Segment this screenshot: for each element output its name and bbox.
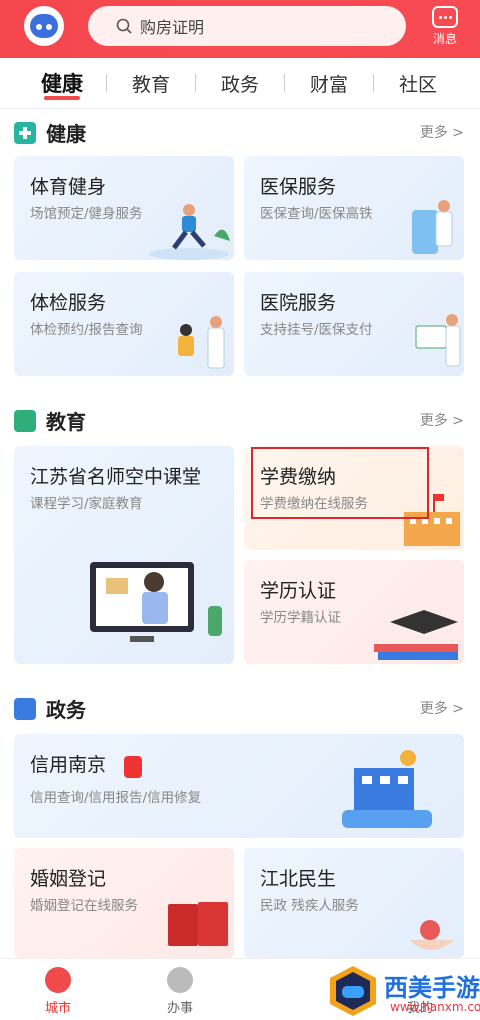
card-title: 婚姻登记 (30, 868, 107, 890)
tab-gov[interactable]: 政务 (196, 70, 284, 97)
card-insurance[interactable]: 医保服务 医保查询/医保高铁 (244, 156, 464, 260)
watermark-logo: 西美手游网 www.hanxm.com (266, 964, 480, 1018)
doctor-illustration (412, 200, 453, 254)
card-subtitle: 医保查询/医保高铁 (260, 206, 373, 222)
card-sports[interactable]: 体育健身 场馆预定/健身服务 (14, 156, 234, 260)
marriage-certificate-illustration (168, 902, 228, 946)
card-title: 信用南京 (30, 754, 107, 776)
search-input[interactable]: 购房证明 (88, 6, 406, 46)
watermark-url: www.hanxm.com (390, 1000, 480, 1014)
section-title-health: 健康 (14, 118, 86, 147)
card-degree[interactable]: 学历认证 学历学籍认证 (244, 560, 464, 664)
card-marriage[interactable]: 婚姻登记 婚姻登记在线服务 (14, 848, 234, 958)
avatar[interactable] (24, 6, 64, 46)
category-tabs: 健康 教育 政务 财富 社区 (0, 58, 480, 108)
tab-community[interactable]: 社区 (374, 70, 462, 97)
card-subtitle: 信用查询/信用报告/信用修复 (30, 790, 202, 806)
tab-health[interactable]: 健康 (18, 68, 106, 100)
gamepad-icon (330, 966, 376, 1016)
watermark-text: 西美手游网 (384, 974, 480, 1002)
card-online-class[interactable]: 江苏省名师空中课堂 课程学习/家庭教育 (14, 446, 234, 664)
card-credit-nanjing[interactable]: 信用南京 信用查询/信用报告/信用修复 (14, 734, 464, 838)
card-subtitle: 支持挂号/医保支付 (260, 322, 373, 338)
tab-wealth[interactable]: 财富 (285, 70, 373, 97)
search-icon (116, 18, 132, 34)
heart-hands-illustration (410, 920, 454, 950)
city-flower-icon (45, 967, 71, 993)
card-title: 江北民生 (260, 868, 337, 890)
card-subtitle: 体检预约/报告查询 (30, 322, 143, 338)
credit-seal-icon (124, 756, 142, 778)
card-subtitle: 婚姻登记在线服务 (30, 898, 138, 914)
card-subtitle: 场馆预定/健身服务 (30, 206, 143, 222)
message-label: 消息 (432, 32, 457, 46)
card-hospital[interactable]: 医院服务 支持挂号/医保支付 (244, 272, 464, 376)
top-bar: 购房证明 消息 (0, 0, 480, 58)
section-title-gov: 政务 (14, 694, 86, 723)
card-jiangbei[interactable]: 江北民生 民政 残疾人服务 (244, 848, 464, 958)
runner-illustration (149, 204, 230, 260)
health-more-link[interactable]: 更多 > (420, 122, 464, 142)
card-title: 学历认证 (260, 580, 337, 602)
book-icon (14, 409, 36, 432)
card-title: 医院服务 (260, 292, 337, 314)
gov-more-link[interactable]: 更多 > (420, 698, 464, 718)
hospital-illustration (415, 314, 461, 367)
card-title: 体育健身 (30, 176, 107, 198)
card-title: 体检服务 (30, 292, 107, 314)
graduation-cap-illustration (374, 610, 458, 660)
card-subtitle: 课程学习/家庭教育 (30, 496, 143, 512)
city-illustration (342, 750, 432, 828)
checkup-illustration (178, 316, 225, 369)
nav-city[interactable]: 城市 (28, 967, 88, 1016)
compass-icon (167, 967, 193, 993)
search-placeholder: 购房证明 (140, 18, 205, 37)
education-more-link[interactable]: 更多 > (420, 410, 464, 430)
message-button[interactable]: 消息 (425, 4, 465, 54)
nav-services[interactable]: 办事 (150, 967, 210, 1016)
card-title: 医保服务 (260, 176, 337, 198)
gov-building-icon (14, 697, 36, 720)
tab-education[interactable]: 教育 (107, 70, 195, 97)
teacher-screen-illustration (90, 562, 222, 642)
card-subtitle: 民政 残疾人服务 (260, 898, 359, 914)
health-icon (14, 121, 36, 144)
card-subtitle: 学历学籍认证 (260, 610, 341, 626)
message-icon (432, 6, 458, 28)
card-title: 江苏省名师空中课堂 (30, 466, 202, 488)
card-checkup[interactable]: 体检服务 体检预约/报告查询 (14, 272, 234, 376)
section-title-education: 教育 (14, 406, 86, 435)
highlight-box (251, 447, 429, 519)
